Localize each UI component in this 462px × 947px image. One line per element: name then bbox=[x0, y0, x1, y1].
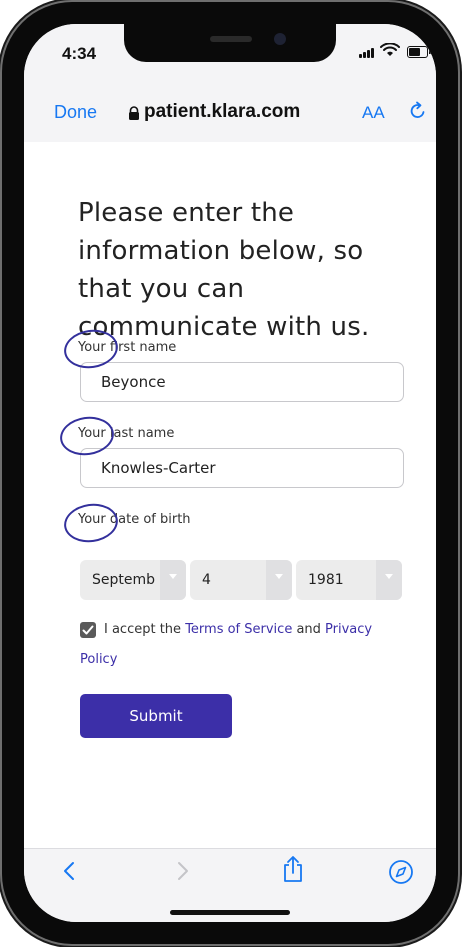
text-size-button[interactable]: AA bbox=[362, 103, 385, 123]
speaker bbox=[210, 36, 252, 42]
share-icon[interactable] bbox=[280, 855, 306, 883]
dob-month-select[interactable]: Septemb bbox=[80, 560, 186, 600]
notch bbox=[124, 24, 336, 62]
chevron-down-icon bbox=[160, 560, 186, 600]
screen: 4:34 Done patient.klara.com AA Please en… bbox=[24, 24, 436, 922]
last-name-field[interactable]: Knowles-Carter bbox=[80, 448, 404, 488]
status-time: 4:34 bbox=[62, 44, 97, 63]
done-button[interactable]: Done bbox=[54, 102, 97, 123]
chevron-down-icon bbox=[266, 560, 292, 600]
consent-prefix: I accept the bbox=[104, 622, 186, 637]
terms-link[interactable]: Terms of Service bbox=[185, 622, 292, 637]
dob-year-select[interactable]: 1981 bbox=[296, 560, 402, 600]
dob-day-value: 4 bbox=[202, 572, 211, 588]
url-text[interactable]: patient.klara.com bbox=[144, 101, 300, 123]
page-content: Please enter the information below, so t… bbox=[24, 142, 436, 848]
phone-frame: 4:34 Done patient.klara.com AA Please en… bbox=[2, 2, 458, 944]
consent-and: and bbox=[292, 622, 326, 637]
dob-month-value: Septemb bbox=[92, 572, 156, 588]
submit-button[interactable]: Submit bbox=[80, 694, 232, 738]
front-camera bbox=[274, 33, 286, 45]
battery-icon bbox=[407, 46, 431, 58]
annotation-circle bbox=[61, 500, 121, 546]
consent-text: I accept the Terms of Service and Privac… bbox=[80, 615, 400, 675]
dob-year-value: 1981 bbox=[308, 572, 344, 588]
home-indicator[interactable] bbox=[170, 910, 290, 915]
back-icon[interactable] bbox=[58, 859, 82, 883]
chevron-down-icon bbox=[376, 560, 402, 600]
wifi-icon bbox=[380, 43, 400, 56]
page-heading: Please enter the information below, so t… bbox=[78, 198, 370, 342]
forward-icon[interactable] bbox=[170, 859, 194, 883]
lock-icon bbox=[129, 106, 139, 120]
first-name-field[interactable]: Beyonce bbox=[80, 362, 404, 402]
status-bar: 4:34 bbox=[24, 24, 436, 84]
compass-icon[interactable] bbox=[388, 859, 414, 885]
reload-icon[interactable] bbox=[408, 101, 428, 121]
browser-url-bar: Done patient.klara.com AA bbox=[24, 84, 436, 143]
dob-day-select[interactable]: 4 bbox=[190, 560, 292, 600]
